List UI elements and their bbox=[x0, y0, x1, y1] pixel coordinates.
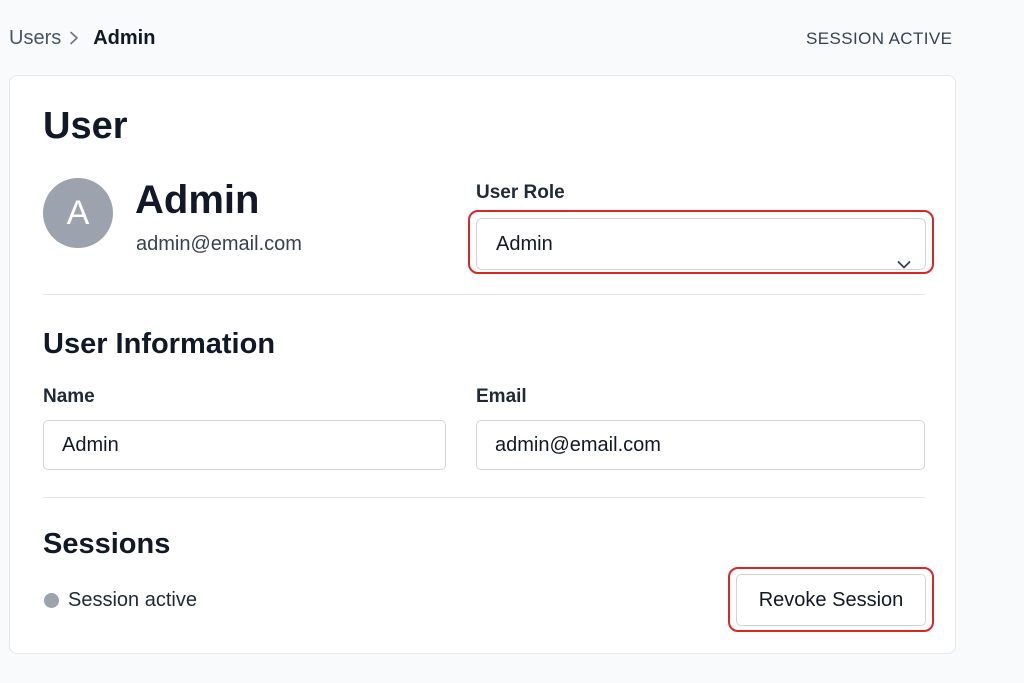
session-status-label: SESSION ACTIVE bbox=[806, 29, 953, 48]
status-dot-icon bbox=[44, 593, 59, 608]
user-role-select[interactable]: Admin bbox=[476, 218, 926, 270]
avatar-initial: A bbox=[66, 193, 90, 232]
email-input[interactable] bbox=[476, 420, 925, 470]
user-role-label: User Role bbox=[476, 182, 565, 203]
user-information-title: User Information bbox=[43, 328, 276, 360]
page-title: User bbox=[43, 105, 128, 147]
session-status-text: Session active bbox=[68, 589, 197, 611]
avatar: A bbox=[43, 178, 113, 248]
chevron-right-icon bbox=[65, 25, 87, 51]
user-role-selected-value: Admin bbox=[496, 233, 553, 255]
breadcrumb-current: Admin bbox=[93, 27, 156, 49]
breadcrumb-users-link[interactable]: Users bbox=[9, 25, 61, 51]
profile-email: admin@email.com bbox=[136, 233, 302, 255]
name-label: Name bbox=[43, 386, 95, 407]
email-label: Email bbox=[476, 386, 527, 407]
revoke-session-button[interactable]: Revoke Session bbox=[736, 574, 926, 626]
chevron-down-icon bbox=[897, 239, 911, 289]
top-bar: Users Admin SESSION ACTIVE bbox=[0, 0, 1024, 75]
user-card: User A Admin admin@email.com User Role A… bbox=[9, 75, 956, 654]
profile-name: Admin bbox=[135, 178, 260, 222]
divider bbox=[43, 497, 925, 498]
divider bbox=[43, 294, 925, 295]
breadcrumb: Users Admin bbox=[9, 25, 155, 51]
sessions-title: Sessions bbox=[43, 528, 171, 560]
name-input[interactable] bbox=[43, 420, 446, 470]
